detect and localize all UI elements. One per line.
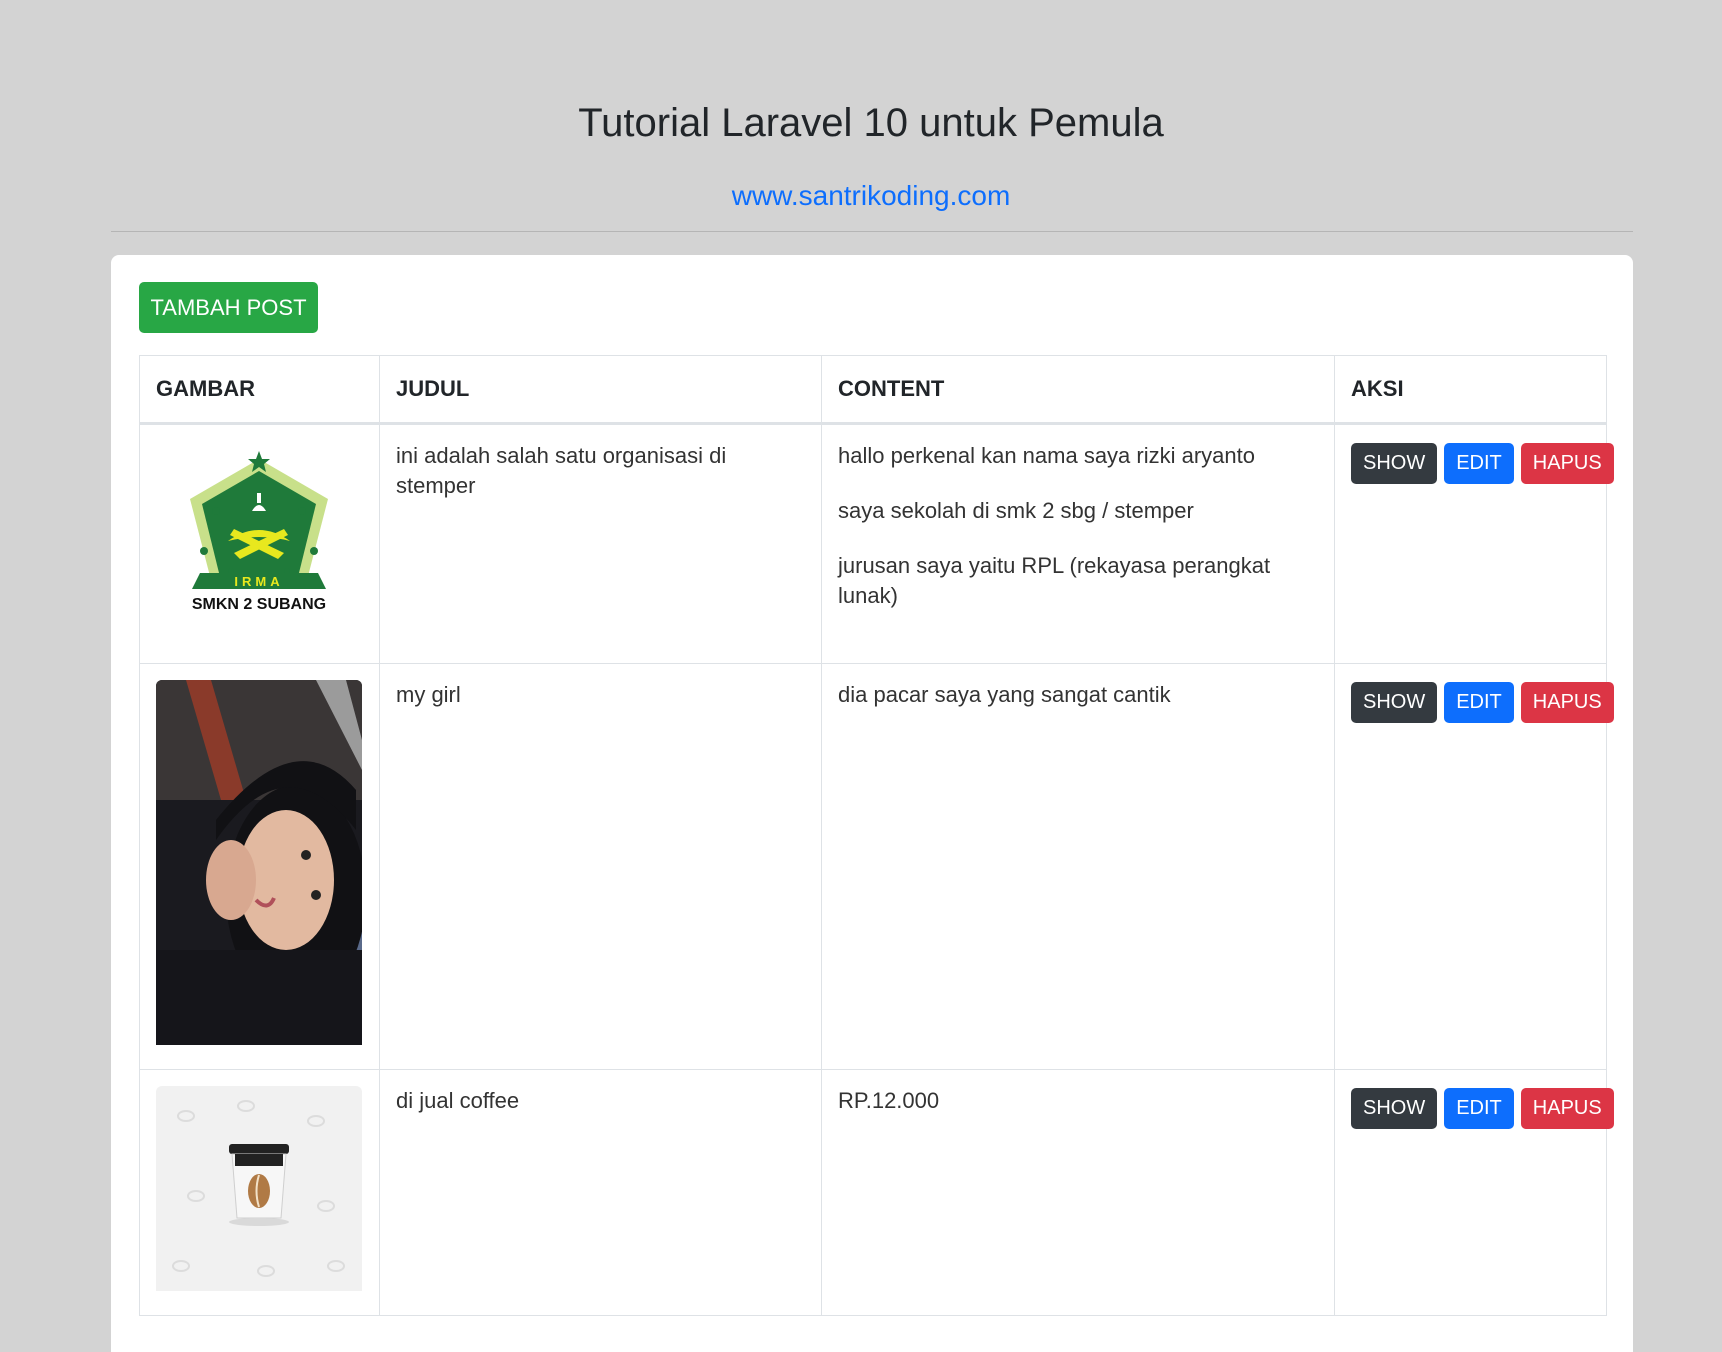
content-line: saya sekolah di smk 2 sbg / stemper bbox=[838, 498, 1194, 523]
site-link[interactable]: www.santrikoding.com bbox=[0, 176, 1722, 216]
posts-table: GAMBAR JUDUL CONTENT AKSI IRMA SMKN 2 SU… bbox=[139, 355, 1614, 1316]
content-line: RP.12.000 bbox=[838, 1088, 940, 1113]
title-cell: my girl bbox=[379, 663, 822, 1070]
content-line: dia pacar saya yang sangat cantik bbox=[838, 682, 1171, 707]
show-button[interactable]: SHOW bbox=[1351, 443, 1438, 484]
table-header-row: GAMBAR JUDUL CONTENT AKSI bbox=[139, 355, 1607, 425]
column-header-gambar: GAMBAR bbox=[139, 355, 380, 425]
coffee-cup-photo-image bbox=[156, 1086, 362, 1299]
irma-logo-image: IRMA SMKN 2 SUBANG bbox=[190, 451, 328, 613]
title-cell: ini adalah salah satu organisasi di stem… bbox=[379, 423, 822, 664]
image-cell: IRMA SMKN 2 SUBANG bbox=[139, 423, 380, 664]
content-line: hallo perkenal kan nama saya rizki aryan… bbox=[838, 443, 1256, 468]
title-cell: di jual coffee bbox=[379, 1069, 822, 1316]
delete-button[interactable]: HAPUS bbox=[1520, 443, 1614, 484]
image-cell bbox=[139, 1069, 380, 1316]
content-line: jurusan saya yaitu RPL (rekayasa perangk… bbox=[838, 553, 1271, 608]
table-row: my girl dia pacar saya yang sangat canti… bbox=[139, 663, 1614, 1070]
edit-button[interactable]: EDIT bbox=[1444, 1088, 1514, 1129]
table-row: IRMA SMKN 2 SUBANG ini adalah salah satu… bbox=[139, 423, 1614, 664]
delete-button[interactable]: HAPUS bbox=[1520, 682, 1614, 723]
show-button[interactable]: SHOW bbox=[1351, 1088, 1438, 1129]
actions-cell: SHOW EDIT HAPUS bbox=[1334, 1069, 1614, 1316]
irma-caption-text: SMKN 2 SUBANG bbox=[192, 596, 326, 613]
column-header-content: CONTENT bbox=[821, 355, 1335, 425]
edit-button[interactable]: EDIT bbox=[1444, 682, 1514, 723]
image-cell bbox=[139, 663, 380, 1070]
content-cell: dia pacar saya yang sangat cantik bbox=[821, 663, 1335, 1070]
add-post-button[interactable]: TAMBAH POST bbox=[139, 282, 318, 333]
column-header-aksi: AKSI bbox=[1334, 355, 1607, 425]
delete-button[interactable]: HAPUS bbox=[1520, 1088, 1614, 1129]
show-button[interactable]: SHOW bbox=[1351, 682, 1438, 723]
table-row: di jual coffee RP.12.000 SHOW EDIT HAPUS bbox=[139, 1069, 1614, 1316]
portrait-photo-image bbox=[156, 680, 362, 1053]
column-header-judul: JUDUL bbox=[379, 355, 822, 425]
header-divider bbox=[111, 231, 1633, 232]
content-cell: hallo perkenal kan nama saya rizki aryan… bbox=[821, 423, 1335, 664]
posts-card: TAMBAH POST GAMBAR JUDUL CONTENT AKSI IR… bbox=[111, 255, 1633, 1352]
edit-button[interactable]: EDIT bbox=[1444, 443, 1514, 484]
actions-cell: SHOW EDIT HAPUS bbox=[1334, 423, 1614, 664]
actions-cell: SHOW EDIT HAPUS bbox=[1334, 663, 1614, 1070]
irma-banner-text: IRMA bbox=[234, 574, 283, 589]
page-title: Tutorial Laravel 10 untuk Pemula bbox=[578, 101, 1164, 145]
content-cell: RP.12.000 bbox=[821, 1069, 1335, 1316]
